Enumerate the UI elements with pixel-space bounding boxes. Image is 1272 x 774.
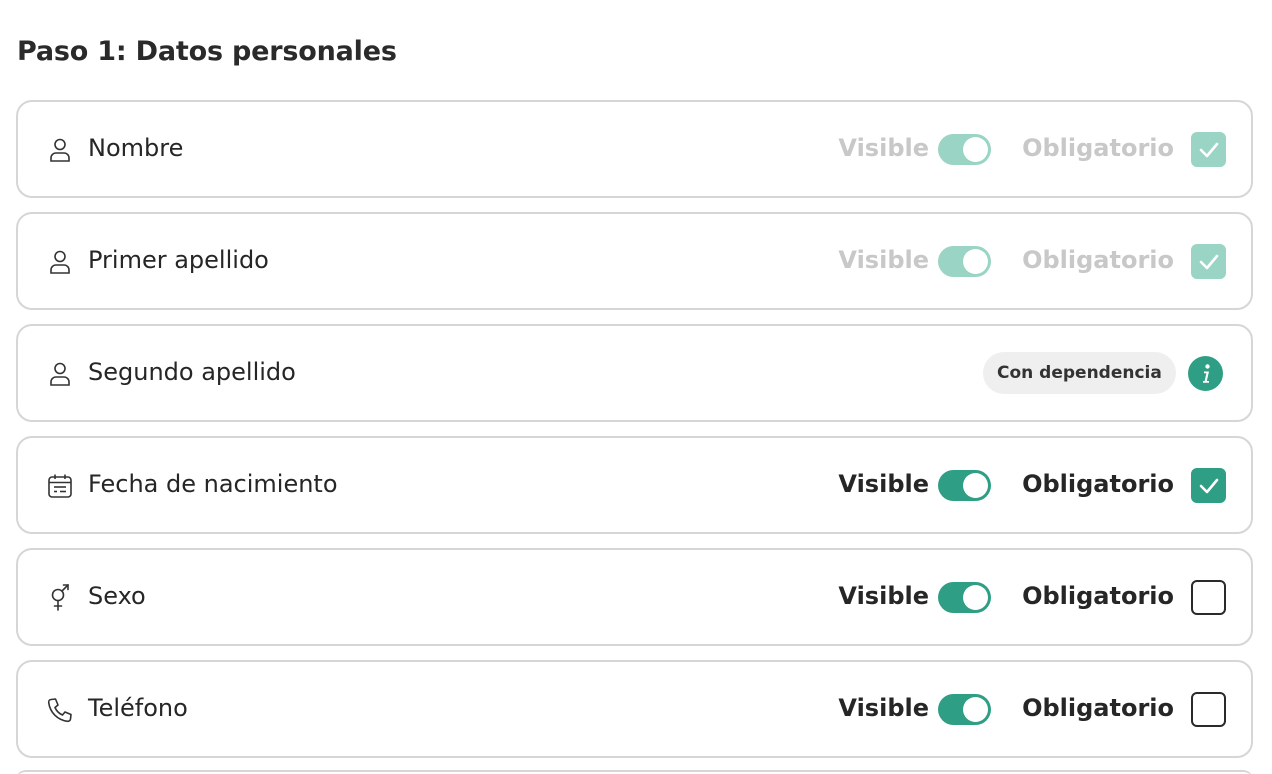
- field-label: Primer apellido: [88, 246, 269, 274]
- user-icon: [46, 360, 74, 388]
- page-title: Paso 1: Datos personales: [17, 36, 397, 67]
- field-row-segundo-apellido: Segundo apellido Con dependencia: [16, 324, 1253, 422]
- check-icon: [1199, 478, 1218, 493]
- field-row-sexo: Sexo Visible Obligatorio: [16, 548, 1253, 646]
- required-checkbox[interactable]: [1191, 692, 1226, 727]
- field-row-primer-apellido: Primer apellido Visible Obligatorio: [16, 212, 1253, 310]
- field-label: Nombre: [88, 134, 184, 162]
- visible-label: Visible: [838, 582, 929, 610]
- field-label: Segundo apellido: [88, 358, 296, 386]
- required-checkbox[interactable]: [1191, 580, 1226, 615]
- field-label: Fecha de nacimiento: [88, 470, 338, 498]
- visible-label: Visible: [838, 246, 929, 274]
- field-label: Sexo: [88, 582, 146, 610]
- user-icon: [46, 248, 74, 276]
- visible-toggle[interactable]: [938, 470, 991, 501]
- field-row-telefono: Teléfono Visible Obligatorio: [16, 660, 1253, 758]
- calendar-icon: [46, 472, 74, 500]
- user-icon: [46, 136, 74, 164]
- required-label: Obligatorio: [1022, 694, 1174, 722]
- visible-label: Visible: [838, 694, 929, 722]
- visible-label: Visible: [838, 470, 929, 498]
- required-label: Obligatorio: [1022, 134, 1174, 162]
- visible-toggle: [938, 246, 991, 277]
- required-label: Obligatorio: [1022, 470, 1174, 498]
- required-label: Obligatorio: [1022, 582, 1174, 610]
- personal-data-step: Paso 1: Datos personales Nombre Visible …: [0, 0, 1272, 774]
- check-icon: [1199, 254, 1218, 269]
- info-icon[interactable]: [1188, 356, 1223, 391]
- check-icon: [1199, 142, 1218, 157]
- required-checkbox: [1191, 132, 1226, 167]
- dependency-badge: Con dependencia: [983, 352, 1176, 394]
- phone-icon: [46, 696, 74, 724]
- required-checkbox: [1191, 244, 1226, 279]
- field-label: Teléfono: [88, 694, 188, 722]
- field-row-fecha-nacimiento: Fecha de nacimiento Visible Obligatorio: [16, 436, 1253, 534]
- required-checkbox[interactable]: [1191, 468, 1226, 503]
- gender-icon: [46, 584, 74, 612]
- visible-toggle[interactable]: [938, 582, 991, 613]
- visible-toggle: [938, 134, 991, 165]
- next-row-edge: [16, 770, 1253, 774]
- required-label: Obligatorio: [1022, 246, 1174, 274]
- field-row-nombre: Nombre Visible Obligatorio: [16, 100, 1253, 198]
- visible-toggle[interactable]: [938, 694, 991, 725]
- visible-label: Visible: [838, 134, 929, 162]
